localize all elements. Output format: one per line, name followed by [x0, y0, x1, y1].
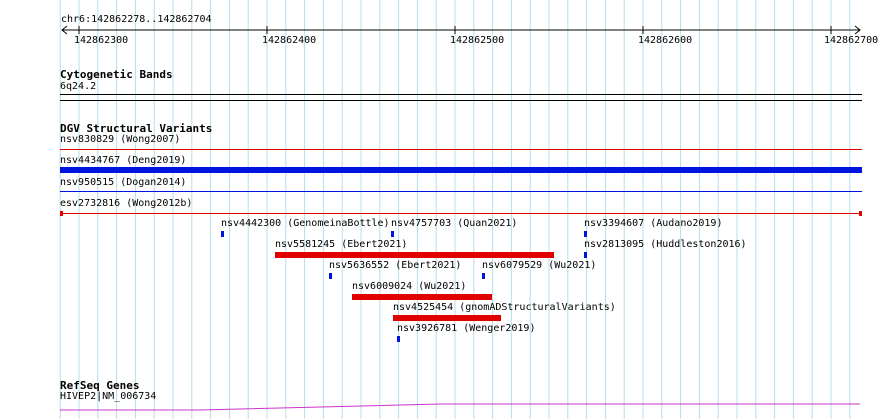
feature-label: nsv3394607 (Audano2019)	[584, 218, 723, 229]
feature-label: nsv6009024 (Wu2021)	[352, 281, 467, 292]
tick-label: 142862400	[262, 35, 317, 46]
variant-bar[interactable]	[397, 336, 400, 342]
feature-label: nsv4442300 (GenomeinaBottle)	[221, 218, 390, 229]
tick-label: 142862600	[638, 35, 693, 46]
feature-label: esv2732816 (Wong2012b)	[60, 198, 193, 209]
ruler-axis	[61, 25, 861, 35]
variant-bar[interactable]	[482, 273, 485, 279]
variant-bar[interactable]	[391, 231, 394, 237]
feature-label: nsv5581245 (Ebert2021)	[275, 239, 408, 250]
tick-label: 142862300	[74, 35, 129, 46]
track-title: Cytogenetic Bands	[60, 68, 173, 81]
tick-label: 142862700	[824, 35, 879, 46]
variant-bar[interactable]	[584, 252, 587, 258]
variant-bar[interactable]	[221, 231, 224, 237]
gene-model[interactable]	[0, 400, 890, 419]
feature-label: nsv3926781 (Wenger2019)	[397, 323, 536, 334]
variant-bar[interactable]	[60, 213, 862, 214]
variant-bar[interactable]	[60, 167, 862, 173]
feature-label: nsv2813095 (Huddleston2016)	[584, 239, 747, 250]
feature-label: nsv6079529 (Wu2021)	[482, 260, 597, 271]
feature-label: nsv4525454 (gnomADStructuralVariants)	[393, 302, 616, 313]
variant-bar-end	[859, 211, 862, 216]
variant-bar-end	[60, 211, 63, 216]
variant-bar[interactable]	[393, 315, 501, 321]
feature-label: nsv830829 (Wong2007)	[60, 134, 181, 145]
variant-bar[interactable]	[584, 231, 587, 237]
tick-label: 142862500	[450, 35, 505, 46]
variant-bar[interactable]	[60, 149, 862, 150]
variant-bar[interactable]	[275, 252, 554, 258]
band-label: 6q24.2	[60, 81, 97, 92]
grid-lines	[59, 0, 851, 419]
feature-label: nsv4757703 (Quan2021)	[391, 218, 518, 229]
band-bar[interactable]	[60, 94, 862, 95]
variant-bar[interactable]	[329, 273, 332, 279]
feature-label: nsv5636552 (Ebert2021)	[329, 260, 462, 271]
track-divider	[60, 100, 862, 101]
variant-bar[interactable]	[60, 191, 862, 192]
variant-bar[interactable]	[352, 294, 492, 300]
feature-label: nsv950515 (Dogan2014)	[60, 177, 187, 188]
feature-label: nsv4434767 (Deng2019)	[60, 155, 187, 166]
